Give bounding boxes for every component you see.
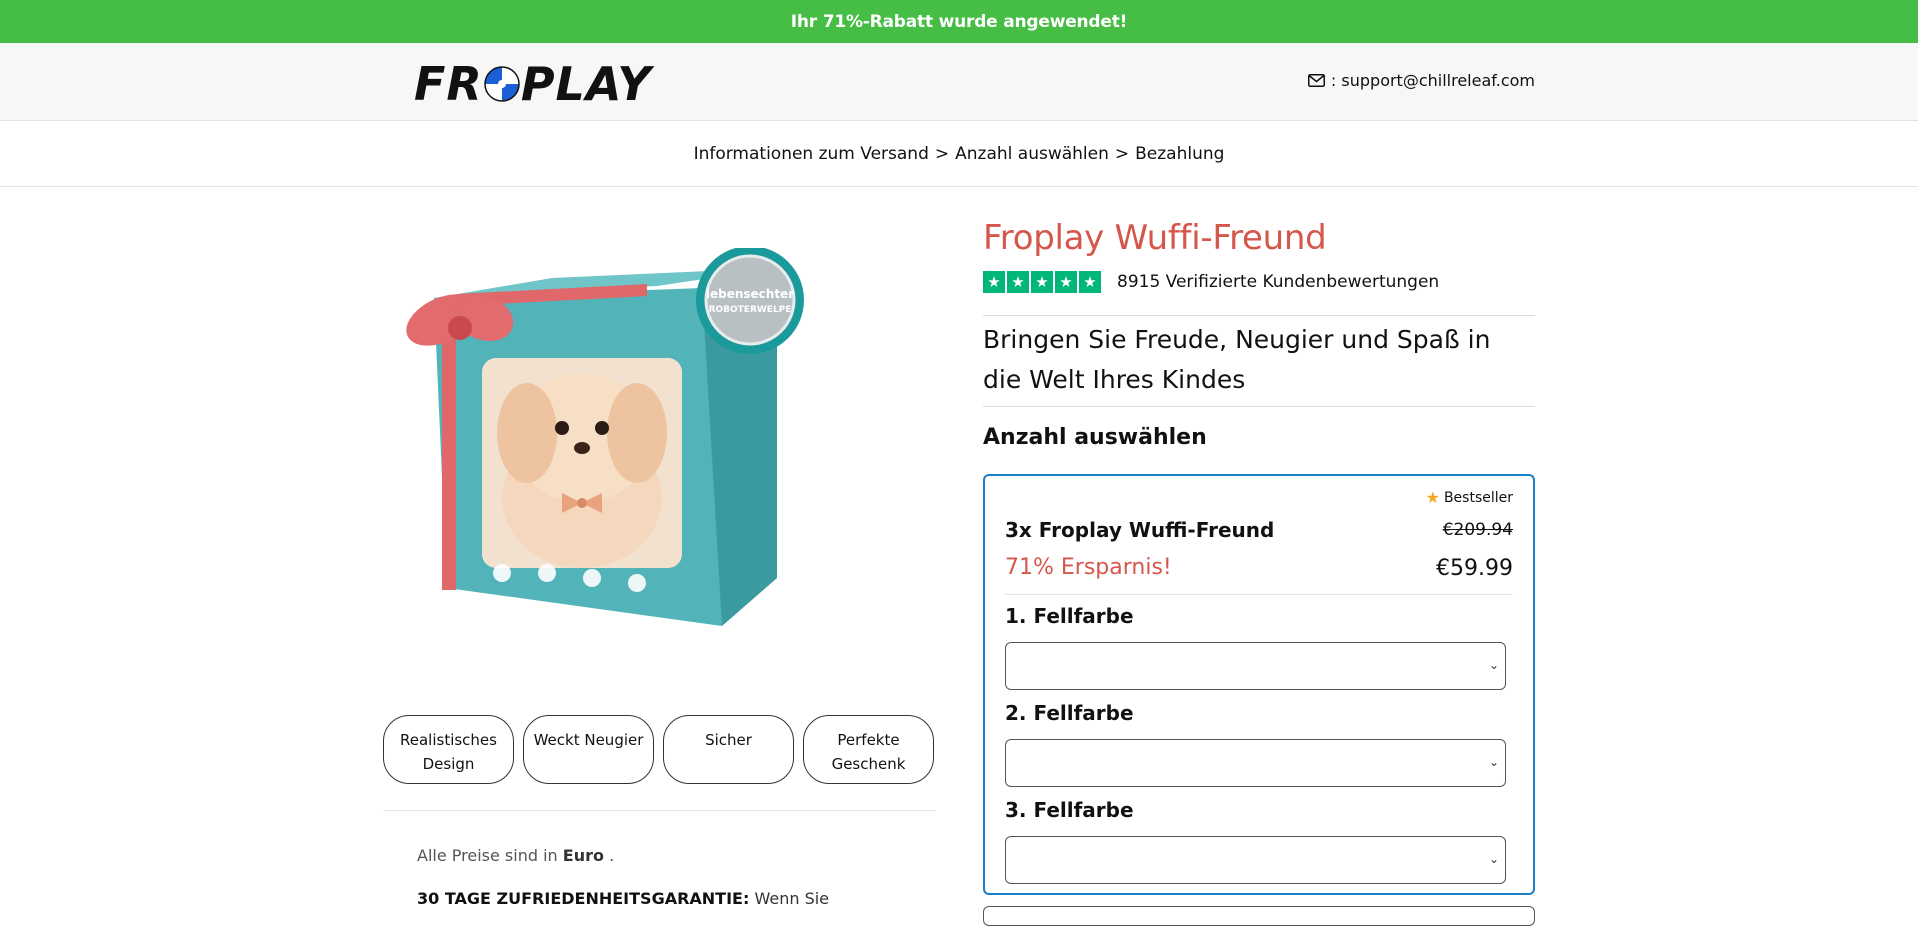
rating-row: ★ ★ ★ ★ ★ 8915 Verifizierte Kundenbewert…: [983, 271, 1439, 293]
quantity-heading: Anzahl auswählen: [983, 425, 1207, 450]
bestseller-badge: ★ Bestseller: [1426, 488, 1513, 507]
envelope-icon: [1307, 74, 1325, 87]
site-header: FR PLAY : support@chillreleaf.com: [0, 43, 1918, 121]
original-price: €209.94: [1442, 520, 1513, 540]
review-count: 8915 Verifizierte Kundenbewertungen: [1117, 272, 1440, 292]
satisfaction-guarantee: 30 TAGE ZUFRIEDENHEITSGARANTIE: Wenn Sie: [417, 889, 829, 908]
seal-text-line1: lebensechter: [706, 287, 794, 301]
star-icon: ★: [1425, 488, 1440, 507]
fur-color-label-3: 3. Fellfarbe: [1005, 798, 1134, 822]
product-image: lebensechter ROBOTERWELPE: [406, 248, 804, 626]
chevron-down-icon: ⌄: [1488, 658, 1499, 672]
feature-pills: Realistisches Design Weckt Neugier Siche…: [383, 715, 934, 784]
currency-note-suffix: .: [609, 846, 615, 865]
currency-note-prefix: Alle Preise sind in: [417, 846, 558, 865]
chevron-down-icon: ⌄: [1488, 755, 1499, 769]
divider: [1005, 594, 1513, 595]
chevron-down-icon: ⌄: [1488, 852, 1499, 866]
guarantee-text: Wenn Sie: [754, 889, 830, 908]
promo-text: Ihr 71%-Rabatt wurde angewendet!: [790, 11, 1128, 32]
trustpilot-stars: ★ ★ ★ ★ ★: [983, 271, 1101, 293]
saving-label: 71% Ersparnis!: [1005, 555, 1172, 580]
fur-color-select-1[interactable]: ⌄: [1005, 642, 1506, 690]
currency-name: Euro: [562, 846, 604, 865]
currency-note: Alle Preise sind in Euro .: [417, 846, 614, 865]
divider: [983, 406, 1535, 407]
offer-name: 3x Froplay Wuffi-Freund: [1005, 518, 1275, 542]
star-icon: ★: [1031, 271, 1053, 293]
breadcrumb-separator: >: [934, 143, 950, 164]
offer-card-3x[interactable]: ★ Bestseller 3x Froplay Wuffi-Freund €20…: [983, 474, 1535, 895]
feature-pill-safe: Sicher: [663, 715, 794, 784]
beach-ball-icon: [484, 66, 520, 102]
fur-color-label-2: 2. Fellfarbe: [1005, 701, 1134, 725]
feature-pill-gift: Perfekte Geschenk: [803, 715, 934, 784]
divider: [983, 315, 1535, 316]
breadcrumb-separator: >: [1114, 143, 1130, 164]
froplay-logo[interactable]: FR PLAY: [414, 61, 652, 107]
support-contact[interactable]: : support@chillreleaf.com: [1307, 71, 1535, 90]
product-tagline: Bringen Sie Freude, Neugier und Spaß in …: [983, 325, 1491, 394]
support-email[interactable]: : support@chillreleaf.com: [1331, 71, 1535, 90]
checkout-breadcrumb: Informationen zum Versand > Anzahl auswä…: [0, 121, 1918, 187]
breadcrumb-step-shipping[interactable]: Informationen zum Versand: [694, 144, 929, 164]
breadcrumb-step-quantity[interactable]: Anzahl auswählen: [955, 144, 1109, 164]
seal-text-line2: ROBOTERWELPE: [709, 305, 792, 315]
feature-pill-curiosity: Weckt Neugier: [523, 715, 654, 784]
logo-text-prefix: FR: [414, 57, 483, 111]
badge-label: Bestseller: [1443, 489, 1513, 506]
logo-text-suffix: PLAY: [520, 57, 652, 111]
product-title: Froplay Wuffi-Freund: [983, 218, 1327, 258]
star-icon: ★: [1007, 271, 1029, 293]
sale-price: €59.99: [1436, 556, 1513, 581]
divider: [383, 810, 936, 811]
star-icon: ★: [983, 271, 1005, 293]
breadcrumb-step-payment[interactable]: Bezahlung: [1135, 144, 1224, 164]
fur-color-select-3[interactable]: ⌄: [1005, 836, 1506, 884]
fur-color-label-1: 1. Fellfarbe: [1005, 604, 1134, 628]
guarantee-title: 30 TAGE ZUFRIEDENHEITSGARANTIE:: [417, 889, 750, 908]
promo-banner: Ihr 71%-Rabatt wurde angewendet!: [0, 0, 1918, 43]
feature-pill-design: Realistisches Design: [383, 715, 514, 784]
fur-color-select-2[interactable]: ⌄: [1005, 739, 1506, 787]
star-icon: ★: [1079, 271, 1101, 293]
offer-card-next[interactable]: [983, 906, 1535, 926]
star-icon: ★: [1055, 271, 1077, 293]
